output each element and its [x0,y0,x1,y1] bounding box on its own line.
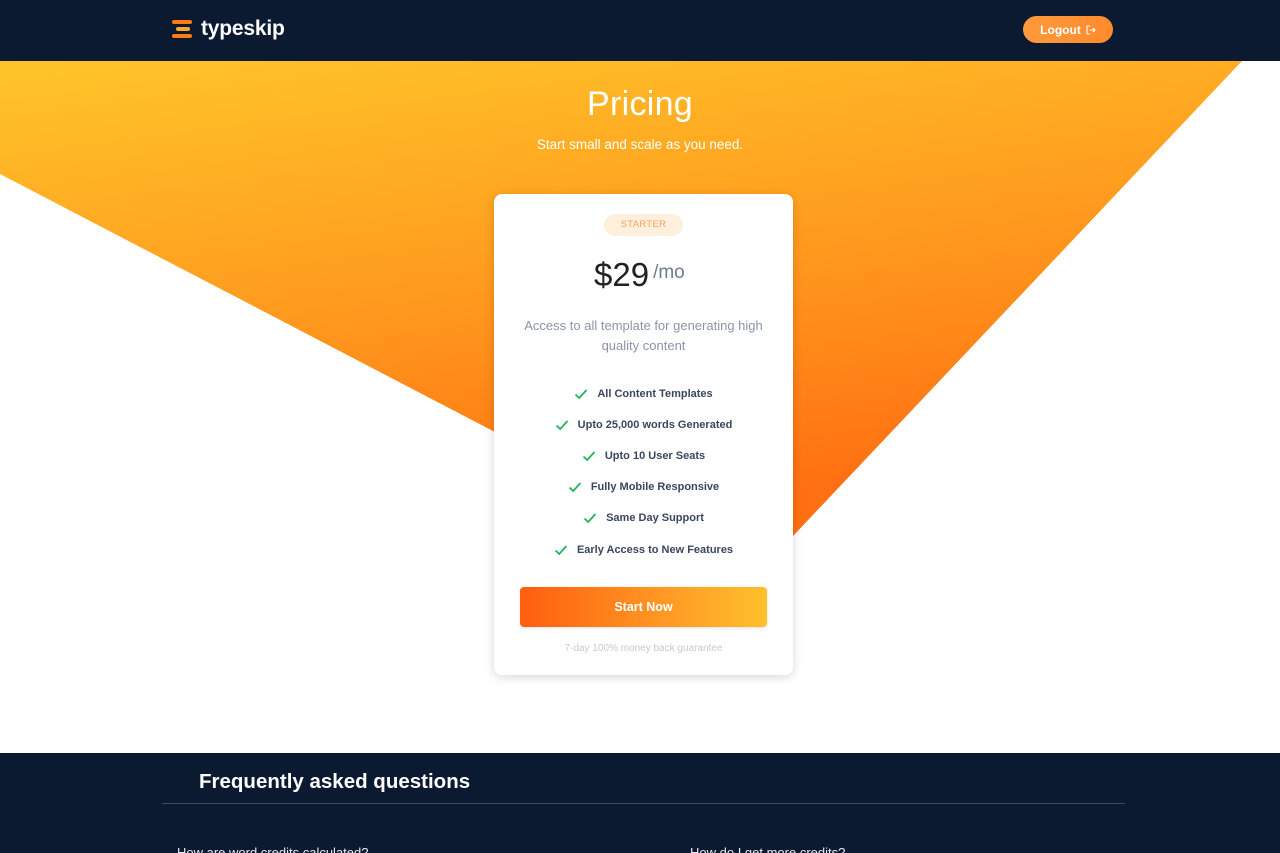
feature-list: All Content Templates Upto 25,000 words … [494,378,793,565]
logout-button[interactable]: Logout [1023,16,1113,43]
faq-question[interactable]: How do I get more credits? [690,845,845,853]
price-amount: $29 [594,256,650,293]
plan-description: Access to all template for generating hi… [524,318,763,353]
pricing-card-starter: STARTER $29 /mo Access to all template f… [494,194,793,675]
typeskip-logo-icon [172,17,194,41]
feature-item: Same Day Support [494,503,793,534]
check-icon [583,513,597,524]
feature-label: Early Access to New Features [576,543,734,556]
feature-item: Upto 25,000 words Generated [494,409,793,440]
feature-label: Same Day Support [606,512,704,525]
page-subtitle: Start small and scale as you need. [536,137,744,152]
feature-label: Upto 10 User Seats [604,449,706,462]
top-navbar: typeskip Logout [0,0,1280,61]
faq-question[interactable]: How are word credits calculated? [177,845,368,853]
logout-icon [1086,24,1096,35]
feature-item: All Content Templates [494,378,793,409]
feature-label: Fully Mobile Responsive [590,481,720,494]
plan-badge: STARTER [604,214,683,236]
feature-label: All Content Templates [597,387,713,400]
logout-label: Logout [1040,22,1081,37]
plan-price: $29 /mo [594,256,685,294]
start-now-button[interactable]: Start Now [520,587,767,627]
brand-name: typeskip [201,17,285,40]
faq-divider [162,803,1125,804]
brand-logo[interactable]: typeskip [172,17,285,41]
faq-title: Frequently asked questions [199,770,471,793]
page-title: Pricing [586,85,694,123]
feature-item: Fully Mobile Responsive [494,472,793,503]
feature-label: Upto 25,000 words Generated [577,418,733,431]
check-icon [554,544,568,555]
money-back-guarantee: 7-day 100% money back guarantee [564,643,723,654]
faq-section: Frequently asked questions How are word … [0,753,1280,853]
price-unit: /mo [653,262,685,283]
check-icon [568,482,581,493]
feature-item: Early Access to New Features [494,534,793,565]
check-icon [575,388,588,399]
feature-item: Upto 10 User Seats [494,440,793,471]
check-icon [555,420,568,431]
check-icon [582,451,596,462]
